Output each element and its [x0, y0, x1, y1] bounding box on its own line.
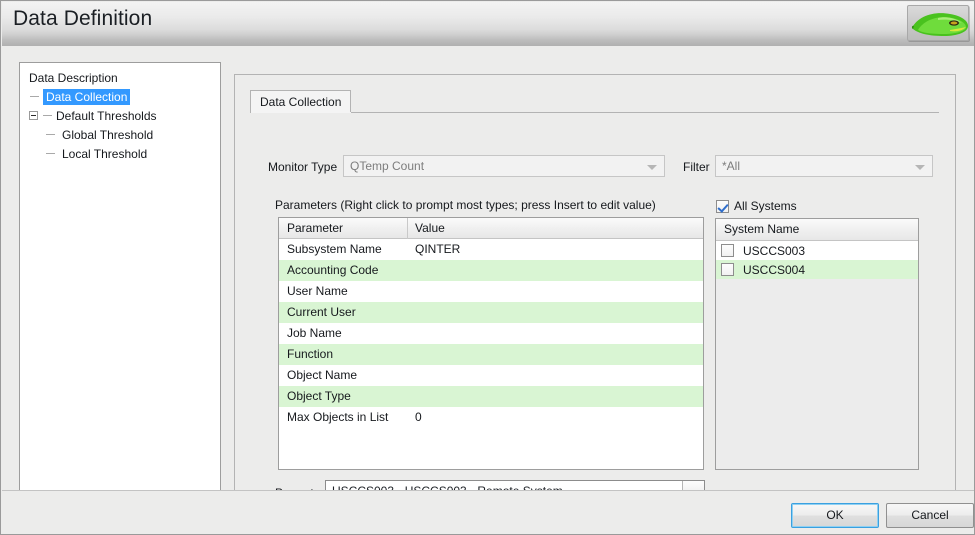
tree-item-label: Default Thresholds — [56, 109, 157, 123]
page-title: Data Definition — [13, 7, 153, 30]
tab-strip-underline — [251, 112, 939, 113]
list-item[interactable]: USCCS003 — [716, 241, 918, 260]
checkbox-icon[interactable] — [721, 263, 734, 276]
ok-button[interactable]: OK — [791, 503, 879, 528]
list-item[interactable]: USCCS004 — [716, 260, 918, 279]
filter-label: Filter — [683, 160, 710, 174]
all-systems-label: All Systems — [734, 199, 797, 213]
parameter-value: 0 — [415, 410, 422, 424]
tree-item-label: Data Description — [29, 71, 118, 85]
tree-item-local-threshold[interactable]: Local Threshold — [26, 145, 216, 164]
table-row[interactable]: User Name — [279, 281, 703, 302]
monitor-type-value: QTemp Count — [350, 159, 425, 173]
tab-data-collection[interactable]: Data Collection — [250, 90, 352, 113]
checkbox-icon[interactable] — [716, 199, 729, 213]
parameter-name: Function — [287, 347, 334, 361]
tab-active-mask — [251, 112, 351, 113]
monitor-type-select[interactable]: QTemp Count — [343, 155, 665, 177]
parameter-name: Subsystem Name — [287, 242, 382, 256]
table-row[interactable]: Object Type — [279, 386, 703, 407]
tab-strip: Data Collection — [250, 90, 352, 113]
parameter-name: Object Type — [287, 389, 351, 403]
tree-connector-icon — [43, 115, 52, 117]
system-name: USCCS003 — [743, 243, 806, 258]
table-row[interactable]: Job Name — [279, 323, 703, 344]
cancel-button[interactable]: Cancel — [886, 503, 974, 528]
parameter-value: QINTER — [415, 242, 461, 256]
parameters-table[interactable]: Parameter Value Subsystem Name QINTER Ac… — [278, 217, 704, 470]
parameter-name: Current User — [287, 305, 356, 319]
chevron-down-icon — [915, 165, 925, 170]
monitor-type-label: Monitor Type — [268, 160, 338, 174]
tree-connector-icon — [42, 126, 59, 145]
parameter-name: User Name — [287, 284, 348, 298]
parameter-name: Object Name — [287, 368, 358, 382]
all-systems-checkbox[interactable]: All Systems — [716, 198, 797, 214]
parameters-table-header: Parameter Value — [279, 218, 703, 239]
tab-label: Data Collection — [260, 95, 342, 109]
lizard-logo-icon — [907, 5, 969, 41]
tree-item-label: Data Collection — [43, 89, 131, 105]
title-bar: Data Definition Data Definition — [2, 2, 974, 46]
table-row[interactable]: Current User — [279, 302, 703, 323]
table-row[interactable]: Subsystem Name QINTER — [279, 239, 703, 260]
chevron-down-icon — [647, 165, 657, 170]
filter-select[interactable]: *All — [715, 155, 933, 177]
filter-value: *All — [722, 159, 741, 173]
data-definition-dialog: Data Definition Data Definition Data Des… — [0, 0, 975, 535]
parameter-name: Accounting Code — [287, 263, 379, 277]
column-header-system-name[interactable]: System Name — [716, 219, 918, 241]
parameter-name: Max Objects in List — [287, 410, 389, 424]
tree-item-global-threshold[interactable]: Global Threshold — [26, 126, 216, 145]
navigation-tree[interactable]: Data Description Data Collection Default… — [19, 62, 221, 493]
table-row[interactable]: Max Objects in List 0 — [279, 407, 703, 428]
tree-expander-minus-icon[interactable] — [26, 107, 43, 126]
checkbox-icon[interactable] — [721, 244, 734, 257]
tree-item-data-description[interactable]: Data Description — [26, 69, 216, 88]
table-row[interactable]: Function — [279, 344, 703, 365]
dialog-body: Data Description Data Collection Default… — [2, 46, 974, 502]
table-row[interactable]: Accounting Code — [279, 260, 703, 281]
parameters-caption: Parameters (Right click to prompt most t… — [275, 198, 656, 212]
column-header-parameter[interactable]: Parameter — [279, 218, 343, 238]
tree-item-label: Local Threshold — [62, 147, 148, 161]
column-header-value[interactable]: Value — [407, 218, 445, 238]
systems-list[interactable]: System Name USCCS003 USCCS004 — [715, 218, 919, 470]
tree-connector-icon — [42, 145, 59, 164]
system-name: USCCS004 — [743, 262, 806, 277]
tree-item-data-collection[interactable]: Data Collection — [26, 88, 216, 107]
tree-connector-icon — [26, 88, 43, 107]
tree-item-default-thresholds[interactable]: Default Thresholds — [26, 107, 216, 126]
dialog-footer: OK Cancel — [2, 490, 974, 534]
parameter-name: Job Name — [287, 326, 342, 340]
tree-item-label: Global Threshold — [62, 128, 154, 142]
table-row[interactable]: Object Name — [279, 365, 703, 386]
